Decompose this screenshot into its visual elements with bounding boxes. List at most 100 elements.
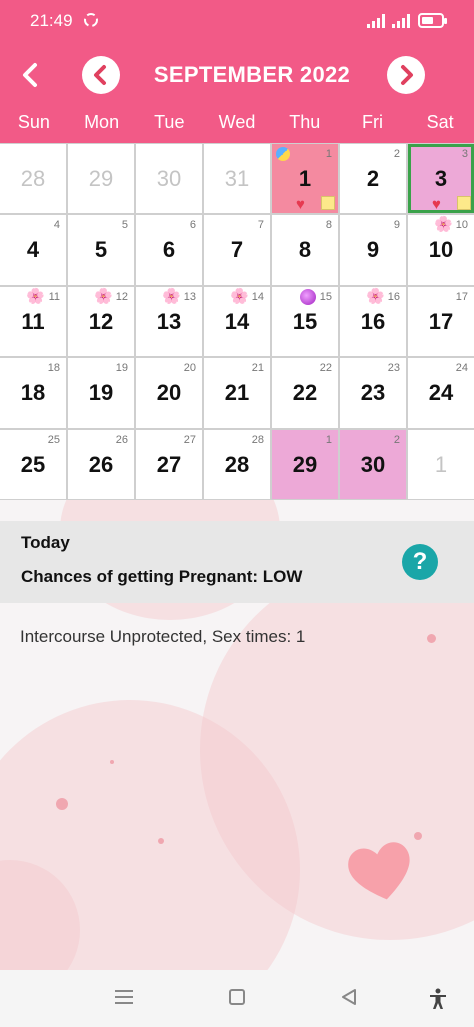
- day-cell-predicted-period[interactable]: 1 29: [272, 429, 338, 499]
- day-number: 10: [428, 237, 454, 263]
- battery-icon: [418, 13, 447, 28]
- day-cell[interactable]: 28: [0, 144, 66, 214]
- fertile-flower-icon: 🌸: [26, 287, 45, 305]
- cycle-day-number: 28: [251, 433, 264, 446]
- day-cell[interactable]: 66: [136, 215, 202, 285]
- ovulation-icon: [300, 288, 316, 305]
- cycle-day-number: 16: [387, 290, 400, 303]
- menu-icon[interactable]: [114, 988, 134, 1011]
- day-cell[interactable]: 23 23: [340, 358, 406, 428]
- day-cell[interactable]: 30: [136, 144, 202, 214]
- day-cell[interactable]: 31: [204, 144, 270, 214]
- fertile-flower-icon: 🌸: [434, 216, 453, 234]
- day-number: 21: [224, 380, 250, 406]
- day-cell[interactable]: 24 24: [408, 358, 474, 428]
- day-number: 28: [20, 166, 46, 191]
- home-icon[interactable]: [228, 988, 246, 1011]
- weekday-label: Sun: [17, 112, 50, 132]
- day-cell[interactable]: 2 2: [340, 144, 406, 214]
- day-cell[interactable]: 22 22: [272, 358, 338, 428]
- cycle-day-number: 11: [48, 290, 60, 303]
- fertile-flower-icon: 🌸: [162, 287, 181, 305]
- back-nav-icon[interactable]: [340, 988, 358, 1011]
- next-month-button[interactable]: [387, 56, 425, 94]
- heart-decoration-icon: [345, 838, 417, 909]
- day-cell[interactable]: 25 25: [0, 429, 66, 499]
- day-cell-fertile[interactable]: 🌸 16 16: [340, 286, 406, 357]
- day-cell[interactable]: 19 19: [68, 358, 134, 428]
- day-cell[interactable]: 29: [68, 144, 134, 214]
- weekday-label: Tue: [154, 112, 185, 132]
- day-number: 18: [20, 380, 46, 406]
- day-number: 1: [298, 166, 312, 191]
- accessibility-icon[interactable]: [428, 988, 448, 1015]
- cycle-day-number: 14: [251, 290, 264, 303]
- month-title: SEPTEMBER 2022: [153, 62, 351, 87]
- day-cell-fertile[interactable]: 🌸 11 11: [0, 286, 66, 357]
- day-number: 27: [156, 451, 182, 477]
- help-button[interactable]: ?: [402, 544, 438, 580]
- cycle-day-number: 15: [319, 290, 332, 303]
- signal-icon: [367, 14, 387, 33]
- note-icon: [321, 196, 335, 210]
- cycle-day-number: 17: [455, 290, 468, 303]
- day-number: 29: [88, 166, 114, 191]
- status-time: 21:49: [30, 11, 73, 30]
- day-cell[interactable]: 26 26: [68, 429, 134, 499]
- cycle-day-number: 2: [393, 433, 400, 446]
- day-number: 26: [88, 451, 114, 477]
- day-cell[interactable]: 28 28: [204, 429, 270, 499]
- day-cell-period[interactable]: 1 1 ♥: [272, 144, 338, 214]
- cycle-day-number: 4: [53, 219, 60, 232]
- day-cell[interactable]: 21 21: [204, 358, 270, 428]
- day-number: 5: [94, 237, 108, 263]
- day-number: 17: [428, 308, 454, 334]
- cycle-day-number: 22: [319, 362, 332, 375]
- back-icon[interactable]: [16, 60, 46, 90]
- day-cell[interactable]: 99: [340, 215, 406, 285]
- day-number: 11: [21, 308, 45, 334]
- day-number: 14: [224, 308, 250, 334]
- cycle-day-number: 10: [455, 219, 468, 232]
- day-number: 31: [224, 166, 250, 191]
- pill-icon: [276, 147, 290, 161]
- cycle-day-number: 2: [393, 148, 400, 160]
- day-number: 1: [434, 451, 448, 477]
- day-cell[interactable]: 27 27: [136, 429, 202, 499]
- fertile-flower-icon: 🌸: [366, 287, 385, 305]
- day-cell[interactable]: 77: [204, 215, 270, 285]
- weekday-header-row: Sun Mon Tue Wed Thu Fri Sat: [0, 112, 474, 142]
- day-number: 25: [20, 451, 46, 477]
- day-number: 12: [88, 308, 114, 334]
- day-cell[interactable]: 20 20: [136, 358, 202, 428]
- day-number: 30: [156, 166, 182, 191]
- day-cell-fertile[interactable]: 🌸 14 14: [204, 286, 270, 357]
- heart-icon: ♥: [296, 196, 305, 213]
- day-cell-selected-today[interactable]: 3 3 ♥: [408, 144, 474, 214]
- cycle-day-number: 19: [115, 362, 128, 375]
- cycle-day-number: 20: [183, 362, 196, 375]
- day-cell[interactable]: 17 17: [408, 286, 474, 357]
- day-number: 16: [360, 308, 386, 334]
- day-cell[interactable]: 55: [68, 215, 134, 285]
- day-cell[interactable]: 44: [0, 215, 66, 285]
- cycle-day-number: 9: [393, 219, 400, 232]
- cycle-day-number: 24: [455, 362, 468, 375]
- day-number: 24: [428, 380, 454, 406]
- status-bar: 21:49: [0, 0, 474, 42]
- day-number: 15: [292, 308, 318, 334]
- fertile-flower-icon: 🌸: [94, 287, 113, 305]
- day-cell[interactable]: 18 18: [0, 358, 66, 428]
- cycle-day-number: 1: [325, 148, 332, 160]
- day-number: 30: [360, 451, 386, 477]
- day-cell-fertile[interactable]: 🌸 12 12: [68, 286, 134, 357]
- day-number: 8: [298, 237, 312, 263]
- day-cell[interactable]: 88: [272, 215, 338, 285]
- day-cell-ovulation[interactable]: 15 15: [272, 286, 338, 357]
- day-cell-fertile[interactable]: 🌸 13 13: [136, 286, 202, 357]
- previous-month-button[interactable]: [82, 56, 120, 94]
- day-cell[interactable]: 1: [408, 429, 474, 499]
- signal-icon-2: [392, 14, 412, 33]
- day-cell-fertile[interactable]: 🌸 10 10: [408, 215, 474, 285]
- day-cell-predicted-period[interactable]: 2 30: [340, 429, 406, 499]
